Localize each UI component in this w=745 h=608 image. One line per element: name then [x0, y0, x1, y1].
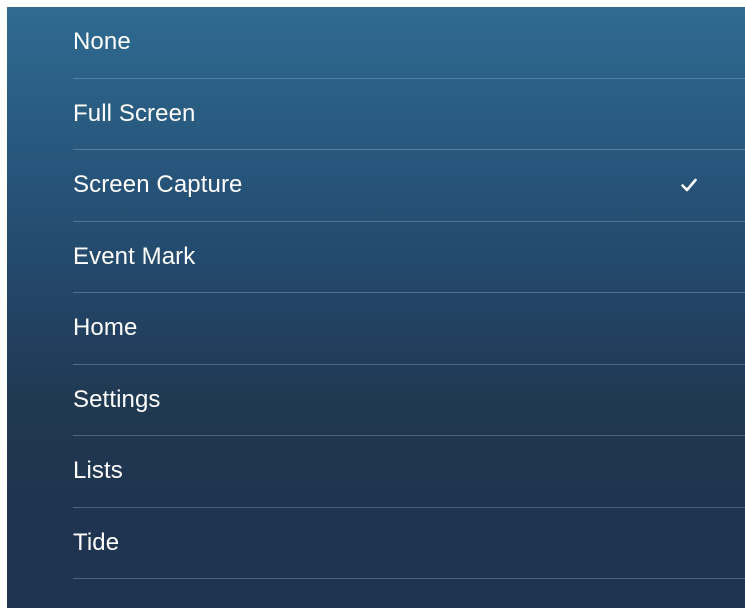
- menu-item-label: None: [73, 28, 131, 56]
- menu-item-none[interactable]: None: [73, 7, 745, 79]
- menu-panel: None Full Screen Screen Capture Event Ma…: [7, 7, 745, 608]
- menu-item-tide[interactable]: Tide: [73, 508, 745, 579]
- menu-item-label: Full Screen: [73, 99, 196, 127]
- menu-item-label: Lists: [73, 457, 123, 485]
- menu-item-label: Settings: [73, 385, 161, 413]
- menu-item-label: Screen Capture: [73, 171, 243, 199]
- menu-item-full-screen[interactable]: Full Screen: [73, 79, 745, 150]
- menu-item-label: Tide: [73, 528, 120, 556]
- menu-item-home[interactable]: Home: [73, 293, 745, 365]
- menu-item-label: Event Mark: [73, 242, 196, 270]
- menu-item-label: Home: [73, 314, 138, 342]
- menu-item-screen-capture[interactable]: Screen Capture: [73, 150, 745, 222]
- menu-item-lists[interactable]: Lists: [73, 436, 745, 508]
- screen-frame: None Full Screen Screen Capture Event Ma…: [0, 0, 745, 608]
- menu-item-event-mark[interactable]: Event Mark: [73, 222, 745, 293]
- option-list: None Full Screen Screen Capture Event Ma…: [73, 7, 745, 579]
- menu-item-settings[interactable]: Settings: [73, 365, 745, 436]
- checkmark-icon: [681, 178, 697, 192]
